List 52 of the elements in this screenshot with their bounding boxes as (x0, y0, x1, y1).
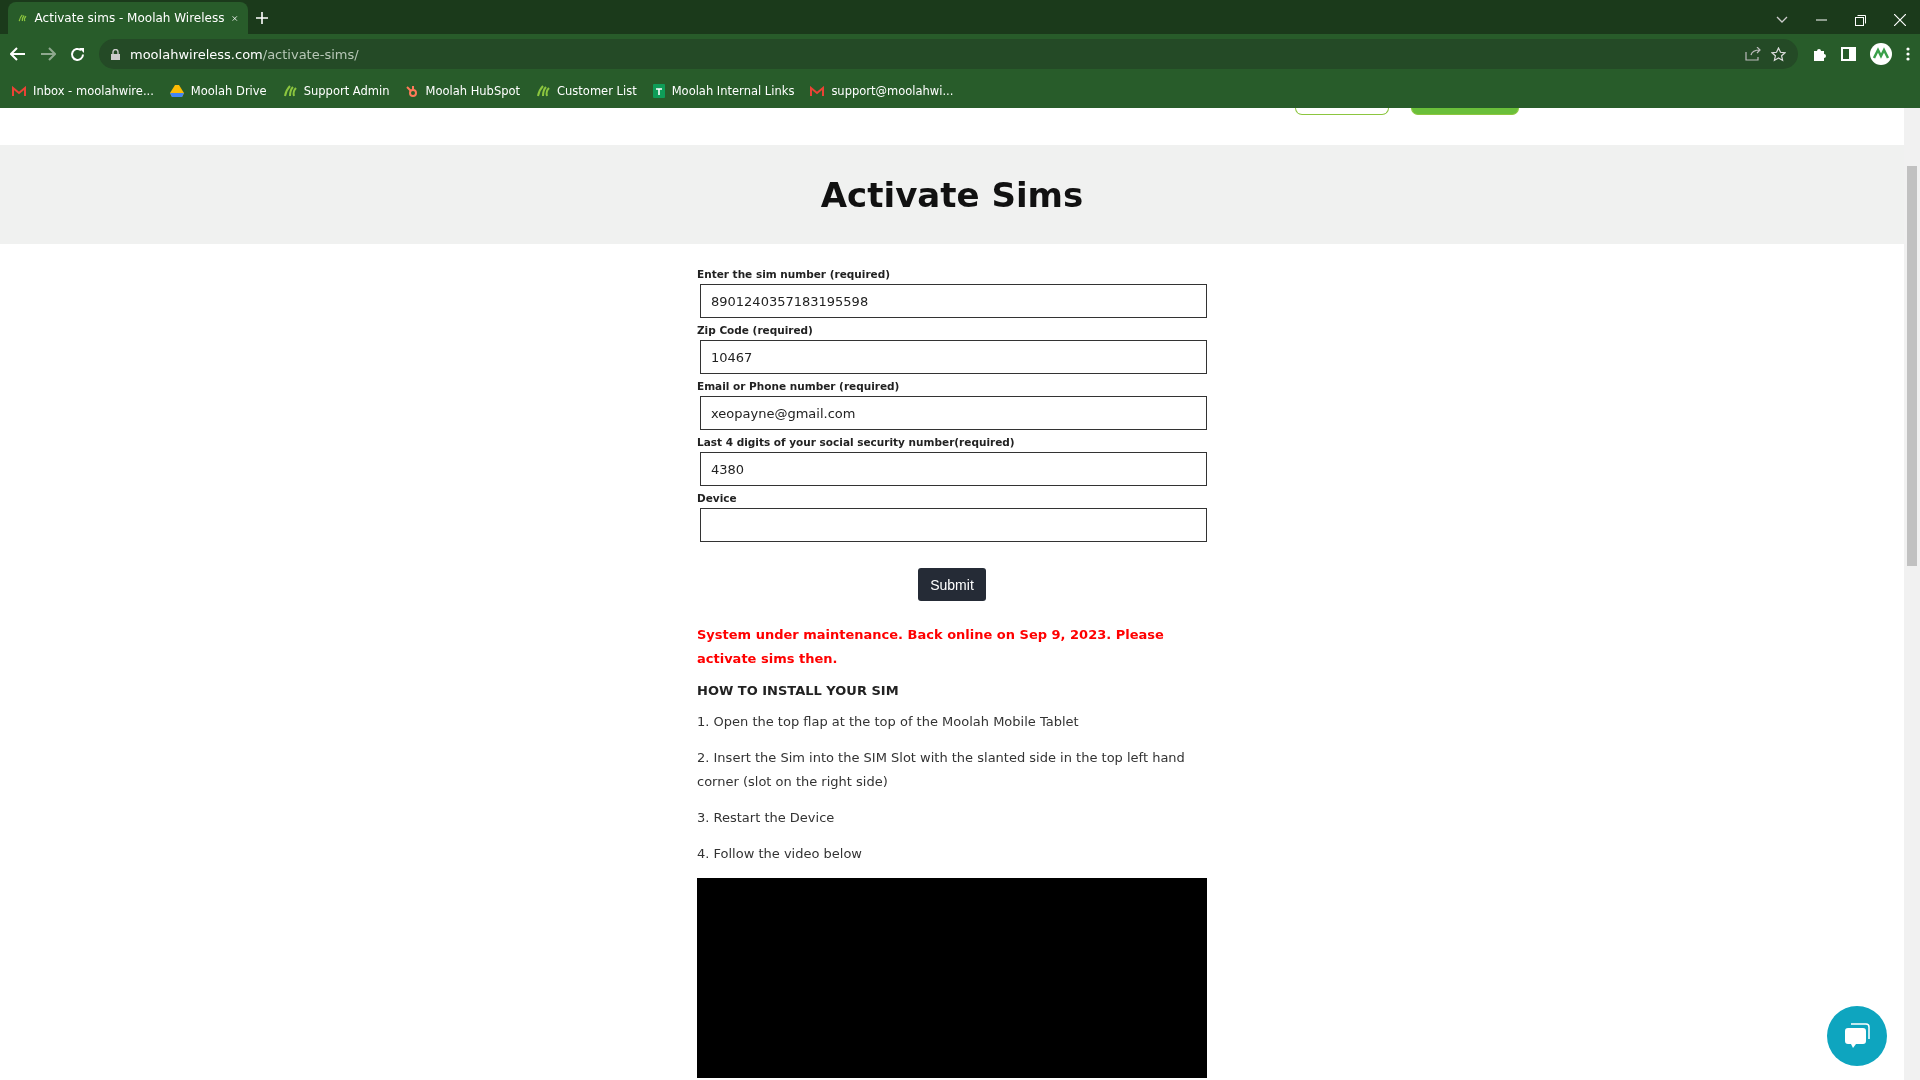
page-title: Activate Sims (820, 174, 1084, 215)
bookmark-link[interactable]: Inbox - moolahwire... (12, 84, 154, 98)
bookmark-link[interactable]: Moolah HubSpot (405, 84, 521, 98)
url-text: moolahwireless.com/activate-sims/ (130, 46, 359, 62)
field-label: Enter the sim number (required) (697, 268, 891, 282)
instruction-step: 4. Follow the video below (697, 842, 1207, 866)
triangle-icon (169, 85, 184, 97)
field-label: Zip Code (required) (697, 324, 814, 338)
field-label: Device (697, 492, 738, 506)
field-label: Email or Phone number (required) (697, 380, 901, 394)
star-icon[interactable] (1771, 46, 1786, 62)
input-field[interactable]: 8901240357183195598 (700, 284, 1207, 318)
bookmark-link[interactable]: Moolah Drive (169, 84, 267, 98)
input-field[interactable]: xeopayne@gmail.com (700, 396, 1207, 430)
bookmark-link[interactable]: Customer List (536, 84, 637, 98)
profile-avatar-icon[interactable] (1870, 43, 1892, 65)
menu-icon[interactable] (1906, 47, 1910, 61)
input-field[interactable] (700, 508, 1207, 542)
section-heading: HOW TO INSTALL YOUR SIM (697, 683, 900, 698)
chat-bubble-icon (1843, 1022, 1871, 1050)
maintenance-notice: System under maintenance. Back online on Sep 9, 2023. Please activate sims then. (697, 626, 1165, 668)
new-tab-icon[interactable] (256, 12, 268, 24)
reload-icon[interactable] (70, 46, 85, 62)
chevron-down-icon[interactable] (1776, 16, 1788, 24)
restore-icon[interactable] (1855, 14, 1866, 26)
submit-button[interactable]: Submit (918, 568, 986, 601)
leaf-logo-icon (536, 84, 551, 98)
side-panel-icon[interactable] (1841, 47, 1856, 61)
instruction-step: 1. Open the top flap at the top of the Moolah Mobile Tablet (697, 710, 1207, 734)
input-field[interactable]: 10467 (700, 340, 1207, 374)
puzzle-icon[interactable] (1812, 46, 1827, 62)
mail-icon (810, 85, 825, 97)
scrollbar[interactable] (1904, 108, 1920, 1080)
browser-tab[interactable]: Activate sims - Moolah Wireless (8, 2, 248, 34)
sheet-icon (652, 84, 665, 98)
share-icon[interactable] (1745, 47, 1761, 61)
lock-icon (111, 48, 120, 60)
mail-icon (12, 85, 26, 97)
close-icon[interactable] (1894, 14, 1906, 26)
field-label: Last 4 digits of your social security number(required) (697, 436, 1016, 450)
back-icon[interactable] (10, 47, 26, 61)
input-field[interactable]: 4380 (700, 452, 1207, 486)
sprocket-icon (405, 84, 419, 98)
bookmark-link[interactable]: support@moolahwi... (810, 84, 954, 98)
forward-icon[interactable] (40, 47, 56, 61)
instruction-step: 3. Restart the Device (697, 806, 1207, 830)
bookmark-link[interactable]: Support Admin (282, 84, 390, 98)
chat-button[interactable] (1827, 1006, 1887, 1066)
instruction-step: 2. Insert the Sim into the SIM Slot with the slanted side in the top left hand corner (slot on the right side) (697, 746, 1207, 794)
bookmark-link[interactable]: Moolah Internal Links (652, 84, 795, 98)
leaf-logo-icon (282, 84, 297, 98)
address-bar[interactable]: moolahwireless.com/activate-sims/ (99, 39, 1798, 69)
